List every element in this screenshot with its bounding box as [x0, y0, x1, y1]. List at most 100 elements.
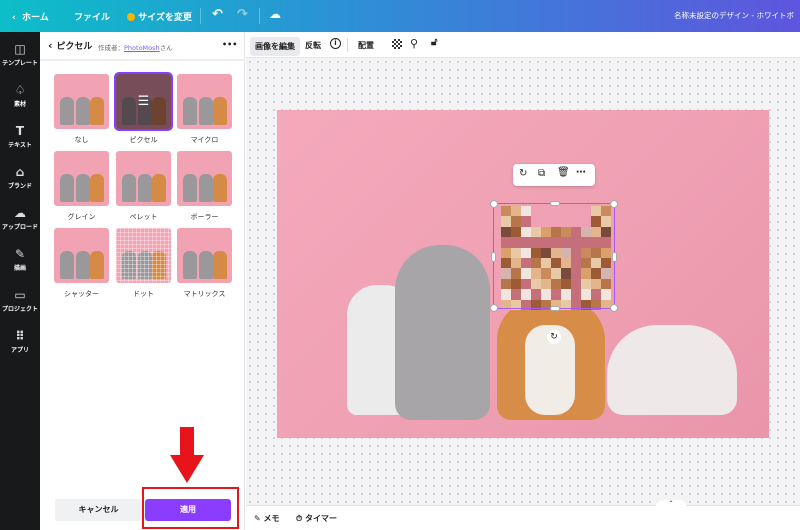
thumb-corgi — [90, 174, 104, 202]
shapes-icon: ♤ — [14, 83, 26, 97]
back-button[interactable]: ‹ ピクセル — [48, 39, 92, 52]
draw-icon: ✎ — [14, 247, 26, 261]
thumb-poodle — [183, 174, 197, 202]
author-credit: 作成者：PhotoMoshさん — [98, 42, 173, 52]
panel-title: ピクセル — [56, 42, 93, 52]
back-home-button[interactable]: ‹ ホーム — [12, 10, 49, 23]
flip-button[interactable]: 反転 — [305, 40, 321, 51]
apps-icon: ⠿ — [15, 329, 25, 343]
resize-handle[interactable] — [612, 252, 617, 262]
effect-label: ドット — [133, 290, 154, 298]
rail-item-7[interactable]: ⠿ アプリ — [0, 329, 40, 354]
effect-thumb-4[interactable] — [116, 151, 171, 206]
upload-icon: ☁ — [14, 206, 26, 220]
position-button[interactable]: 配置 — [358, 40, 374, 51]
more-icon[interactable]: ⋯ — [576, 167, 586, 178]
brand-icon: ⌂ — [15, 165, 25, 179]
crown-icon — [127, 13, 135, 21]
transparency-icon[interactable] — [392, 39, 402, 49]
file-menu[interactable]: ファイル — [74, 10, 110, 23]
selection-box[interactable] — [490, 200, 618, 312]
effect-thumb-3[interactable] — [54, 151, 109, 206]
effect-label: ピクセル — [129, 136, 158, 144]
effect-thumb-6[interactable] — [54, 228, 109, 283]
adjust-icon[interactable]: ☰ — [116, 74, 171, 129]
rail-item-1[interactable]: ♤ 素材 — [0, 83, 40, 108]
panel-header: ‹ ピクセル 作成者：PhotoMoshさん ••• — [40, 32, 245, 61]
rail-item-6[interactable]: ▭ プロジェクト — [0, 288, 40, 313]
home-label: ホーム — [21, 13, 49, 23]
effect-thumb-1[interactable]: ☰ — [114, 72, 173, 131]
trash-icon[interactable]: 🗑︎ — [557, 167, 570, 178]
effect-thumb-5[interactable] — [177, 151, 232, 206]
timer-button[interactable]: ⏱︎ タイマー — [296, 513, 337, 524]
resize-label: サイズを変更 — [138, 13, 192, 23]
top-bar: ‹ ホーム ファイル サイズを変更 ↶ ↷ ☁ 名称未設定のデザイン - ホワイ… — [0, 0, 800, 32]
effect-label: グレイン — [67, 213, 96, 221]
thumb-corgi — [213, 97, 227, 125]
effect-label: ペレット — [129, 213, 158, 221]
effect-thumb-7[interactable] — [116, 228, 171, 283]
effect-label: マイクロ — [190, 136, 219, 144]
rail-item-5[interactable]: ✎ 描画 — [0, 247, 40, 272]
author-link[interactable]: PhotoMosh — [124, 44, 160, 52]
rail-label: アプリ — [10, 347, 29, 354]
thumb-corgi — [152, 174, 166, 202]
rail-item-2[interactable]: T テキスト — [0, 124, 40, 149]
duplicate-icon[interactable]: ⧉ — [538, 168, 545, 179]
effect-label: マトリックス — [183, 290, 226, 298]
resize-handle[interactable] — [610, 304, 618, 312]
thumb-poodle — [76, 174, 90, 202]
more-options-button[interactable]: ••• — [222, 40, 237, 49]
cat-right — [607, 325, 737, 415]
lock-icon[interactable]: 🔓︎ — [431, 37, 437, 48]
redo-icon[interactable]: ↷ — [237, 7, 248, 22]
effect-label: ボーラー — [190, 213, 219, 221]
rail-label: アップロード — [1, 224, 38, 231]
text-icon: T — [15, 124, 25, 138]
apply-button[interactable]: 適用 — [145, 499, 231, 521]
author-prefix: 作成者： — [98, 44, 124, 52]
rotate-icon[interactable]: ↻ — [547, 330, 561, 344]
thumb-corgi — [213, 251, 227, 279]
resize-handle[interactable] — [491, 252, 496, 262]
thumb-poodle — [199, 174, 213, 202]
effect-thumb-0[interactable] — [54, 74, 109, 129]
info-icon[interactable]: i — [330, 38, 341, 49]
dot-overlay — [116, 228, 171, 283]
resize-handle[interactable] — [610, 200, 618, 208]
edit-image-button[interactable]: 画像を編集 — [250, 37, 300, 56]
effect-panel: ‹ ピクセル 作成者：PhotoMoshさん ••• なし ☰ ピクセル マイクロ グレ… — [40, 32, 245, 530]
thumb-poodle — [199, 97, 213, 125]
side-rail: ◫ テンプレート ♤ 素材 T テキスト ⌂ ブランド ☁ アップロード ✎ 描画 ▭ プロジェクト ⠿ アプ… — [0, 32, 40, 530]
folder-icon: ▭ — [14, 288, 26, 302]
resize-handle[interactable] — [490, 200, 498, 208]
resize-handle[interactable] — [490, 304, 498, 312]
bottom-bar: ✎ メモ ⏱︎ タイマー ⌃ — [246, 500, 800, 530]
resize-button[interactable]: サイズを変更 — [127, 10, 192, 23]
thumb-poodle — [76, 97, 90, 125]
effect-thumb-2[interactable] — [177, 74, 232, 129]
paint-roller-icon[interactable]: ⚲ — [410, 37, 418, 50]
rail-item-4[interactable]: ☁ アップロード — [0, 206, 40, 231]
rail-item-0[interactable]: ◫ テンプレート — [0, 42, 40, 67]
thumb-poodle — [183, 251, 197, 279]
undo-icon[interactable]: ↶ — [212, 7, 223, 22]
resize-handle[interactable] — [550, 201, 560, 206]
rail-label: 素材 — [13, 101, 26, 108]
expand-pages-button[interactable]: ⌃ — [656, 500, 686, 508]
thumb-corgi — [90, 251, 104, 279]
cloud-saved-icon[interactable]: ☁ — [269, 7, 281, 21]
thumb-poodle — [199, 251, 213, 279]
notes-button[interactable]: ✎ メモ — [254, 513, 280, 524]
resize-handle[interactable] — [550, 306, 560, 311]
thumb-poodle — [122, 174, 136, 202]
comment-icon[interactable]: ↻ — [519, 168, 527, 179]
arrow-down-icon — [170, 427, 204, 483]
rail-item-3[interactable]: ⌂ ブランド — [0, 165, 40, 190]
cancel-button[interactable]: キャンセル — [55, 499, 142, 521]
thumb-poodle — [60, 251, 74, 279]
design-title[interactable]: 名称未設定のデザイン - ホワイトボ — [674, 10, 794, 21]
thumb-poodle — [60, 174, 74, 202]
effect-thumb-8[interactable] — [177, 228, 232, 283]
